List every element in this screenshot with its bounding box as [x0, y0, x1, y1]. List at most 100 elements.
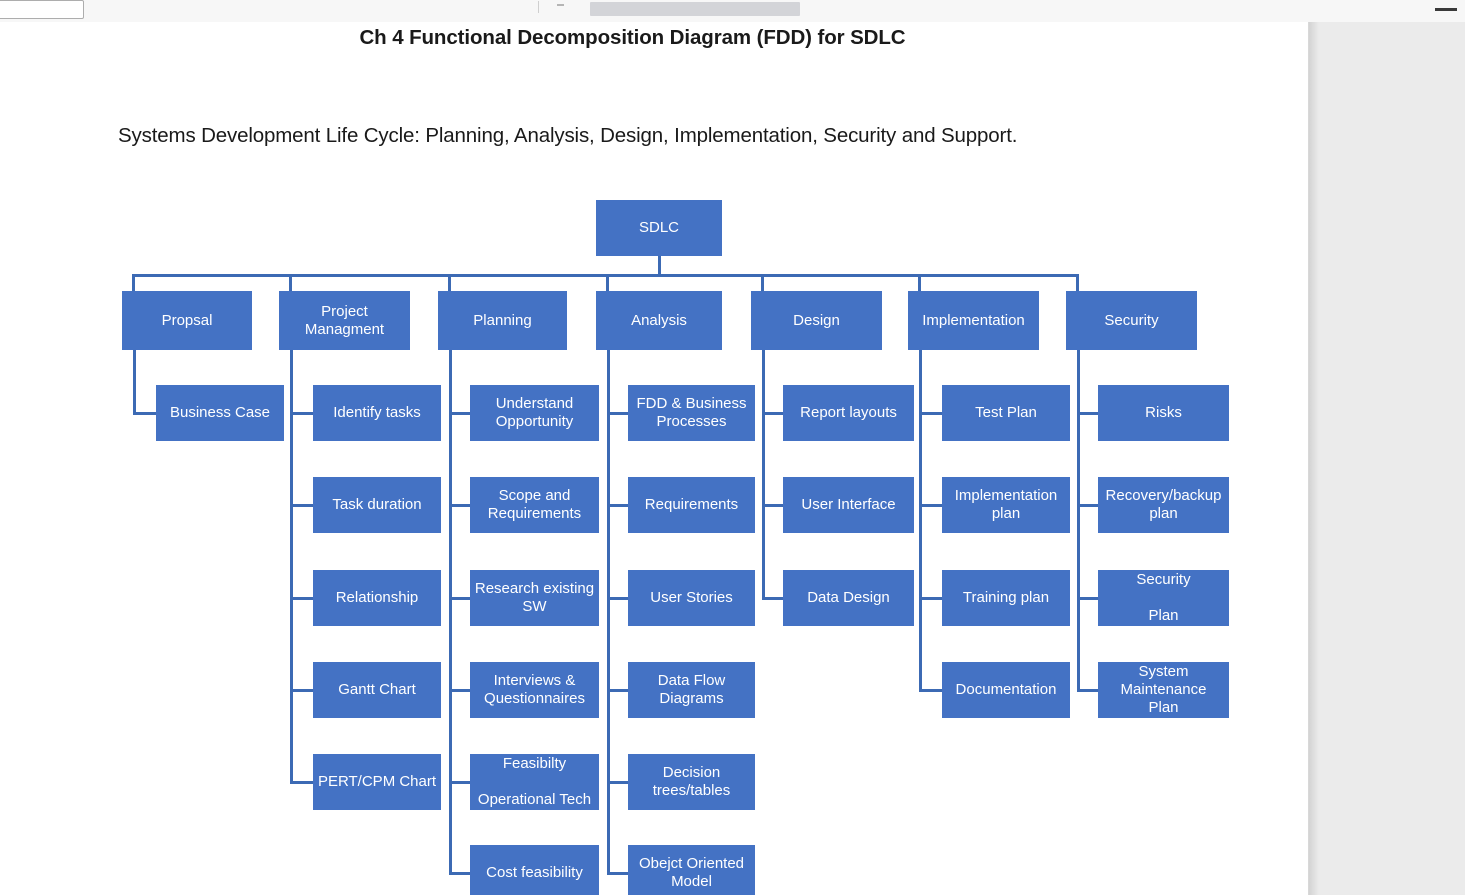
node-leaf-fdd--business-processes-label: FDD & Business Processes	[636, 395, 747, 430]
connector-leaf-planning-1	[449, 412, 470, 415]
node-implementation[interactable]: Implementation	[908, 291, 1039, 350]
connector-leaf-planning-3	[449, 597, 470, 600]
node-leaf-user-stories-label: User Stories	[650, 589, 733, 607]
node-leaf-identify-tasks[interactable]: Identify tasks	[313, 385, 441, 441]
node-security[interactable]: Security	[1066, 291, 1197, 350]
node-leaf-recoverybackup-plan-label: Recovery/backup plan	[1105, 487, 1222, 522]
connector-leaf-design-2	[762, 504, 783, 507]
node-implementation-label: Implementation	[922, 311, 1025, 329]
node-leaf-scope-and-requirements-label: Scope and Requirements	[487, 487, 582, 522]
fdd-diagram: SDLC Propsal Business Case Project Managment…	[0, 22, 1308, 895]
connector-leaf-project-managment-3	[290, 597, 313, 600]
node-leaf-fdd--business-processes[interactable]: FDD & Business Processes	[628, 385, 755, 441]
node-leaf-documentation-label: Documentation	[955, 681, 1057, 699]
connector-leaf-implementation-1	[919, 412, 942, 415]
node-leaf-report-layouts[interactable]: Report layouts	[783, 385, 914, 441]
connector-leaf-analysis-2	[607, 504, 628, 507]
node-leaf-cost-feasibility-label: Cost feasibility	[486, 864, 583, 882]
node-leaf-security-plan-label: Security Plan	[1136, 571, 1191, 624]
node-leaf-training-plan[interactable]: Training plan	[942, 570, 1070, 626]
node-leaf-obejct-oriented-model-label: Obejct Oriented Model	[638, 855, 745, 890]
node-leaf-user-interface-label: User Interface	[801, 496, 896, 514]
node-leaf-training-plan-label: Training plan	[962, 589, 1050, 607]
node-leaf-user-interface[interactable]: User Interface	[783, 477, 914, 533]
node-project-managment[interactable]: Project Managment	[279, 291, 410, 350]
connector-leaf-analysis-5	[607, 781, 628, 784]
node-propsal-label: Propsal	[161, 311, 213, 329]
node-leaf-data-flow-diagrams[interactable]: Data Flow Diagrams	[628, 662, 755, 718]
node-leaf-research-existing-sw[interactable]: Research existing SW	[470, 570, 599, 626]
connector-leaf-propsal-1	[133, 412, 156, 415]
node-leaf-obejct-oriented-model[interactable]: Obejct Oriented Model	[628, 845, 755, 895]
node-leaf-interviews--questionnaires-label: Interviews & Questionnaires	[484, 672, 585, 707]
node-leaf-decision-treestables[interactable]: Decision trees/tables	[628, 754, 755, 810]
connector-stub-implementation	[918, 274, 921, 291]
node-leaf-understand-opportunity[interactable]: Understand Opportunity	[470, 385, 599, 441]
node-leaf-feasibilty-operational-tech-label: Feasibilty Operational Tech	[477, 755, 592, 808]
minimize-icon[interactable]	[1435, 8, 1457, 11]
connector-leaf-design-1	[762, 412, 783, 415]
connector-leaf-planning-6	[449, 872, 470, 875]
node-leaf-data-flow-diagrams-label: Data Flow Diagrams	[657, 672, 726, 707]
connector-leaf-project-managment-2	[290, 504, 313, 507]
node-leaf-relationship[interactable]: Relationship	[313, 570, 441, 626]
node-leaf-research-existing-sw-label: Research existing SW	[474, 580, 595, 615]
node-analysis[interactable]: Analysis	[596, 291, 722, 350]
connector-leaf-project-managment-1	[290, 412, 313, 415]
node-leaf-understand-opportunity-label: Understand Opportunity	[495, 395, 574, 430]
node-leaf-security-plan[interactable]: Security Plan	[1098, 570, 1229, 626]
connector-leaf-planning-5	[449, 781, 470, 784]
node-root-sdlc[interactable]: SDLC	[596, 200, 722, 256]
connector-leaf-security-1	[1077, 412, 1098, 415]
node-leaf-task-duration[interactable]: Task duration	[313, 477, 441, 533]
connector-leaf-planning-2	[449, 504, 470, 507]
connector-stub-security	[1076, 274, 1079, 291]
page-shadow	[1309, 22, 1319, 895]
connector-stub-analysis	[606, 274, 609, 291]
node-leaf-task-duration-label: Task duration	[332, 496, 422, 514]
node-leaf-pertcpm-chart[interactable]: PERT/CPM Chart	[313, 754, 441, 810]
connector-root-stem	[658, 256, 661, 276]
node-leaf-gantt-chart[interactable]: Gantt Chart	[313, 662, 441, 718]
node-leaf-system-maintenance-plan[interactable]: System Maintenance Plan	[1098, 662, 1229, 718]
connector-trunk-analysis	[607, 350, 610, 873]
node-leaf-cost-feasibility[interactable]: Cost feasibility	[470, 845, 599, 895]
connector-stub-project-managment	[289, 274, 292, 291]
connector-leaf-analysis-1	[607, 412, 628, 415]
connector-leaf-security-2	[1077, 504, 1098, 507]
node-leaf-report-layouts-label: Report layouts	[800, 404, 897, 422]
node-leaf-user-stories[interactable]: User Stories	[628, 570, 755, 626]
connector-leaf-project-managment-4	[290, 689, 313, 692]
node-leaf-recoverybackup-plan[interactable]: Recovery/backup plan	[1098, 477, 1229, 533]
chrome-progress-bar[interactable]	[590, 2, 800, 16]
node-leaf-business-case[interactable]: Business Case	[156, 385, 284, 441]
node-leaf-interviews--questionnaires[interactable]: Interviews & Questionnaires	[470, 662, 599, 718]
node-leaf-test-plan[interactable]: Test Plan	[942, 385, 1070, 441]
app-chrome-strip	[0, 0, 1465, 23]
node-propsal[interactable]: Propsal	[122, 291, 252, 350]
node-security-label: Security	[1104, 311, 1159, 329]
node-planning-label: Planning	[473, 311, 532, 329]
node-leaf-implementation-plan[interactable]: Implementation plan	[942, 477, 1070, 533]
connector-leaf-security-4	[1077, 689, 1098, 692]
node-leaf-decision-treestables-label: Decision trees/tables	[652, 764, 731, 799]
connector-trunk-planning	[449, 350, 452, 873]
connector-stub-propsal	[132, 274, 135, 291]
chrome-indicator-icon	[557, 4, 564, 6]
node-planning[interactable]: Planning	[438, 291, 567, 350]
node-leaf-risks[interactable]: Risks	[1098, 385, 1229, 441]
chrome-text-field[interactable]	[0, 0, 84, 19]
node-leaf-data-design[interactable]: Data Design	[783, 570, 914, 626]
connector-trunk-security	[1077, 350, 1080, 690]
node-leaf-documentation[interactable]: Documentation	[942, 662, 1070, 718]
node-leaf-data-design-label: Data Design	[807, 589, 890, 607]
connector-trunk-propsal	[133, 350, 136, 413]
node-leaf-scope-and-requirements[interactable]: Scope and Requirements	[470, 477, 599, 533]
node-leaf-requirements[interactable]: Requirements	[628, 477, 755, 533]
node-design[interactable]: Design	[751, 291, 882, 350]
node-leaf-pertcpm-chart-label: PERT/CPM Chart	[317, 773, 437, 791]
connector-leaf-security-3	[1077, 597, 1098, 600]
node-project-managment-label: Project Managment	[304, 302, 385, 338]
node-leaf-relationship-label: Relationship	[335, 589, 419, 607]
node-leaf-feasibilty-operational-tech[interactable]: Feasibilty Operational Tech	[470, 754, 599, 810]
